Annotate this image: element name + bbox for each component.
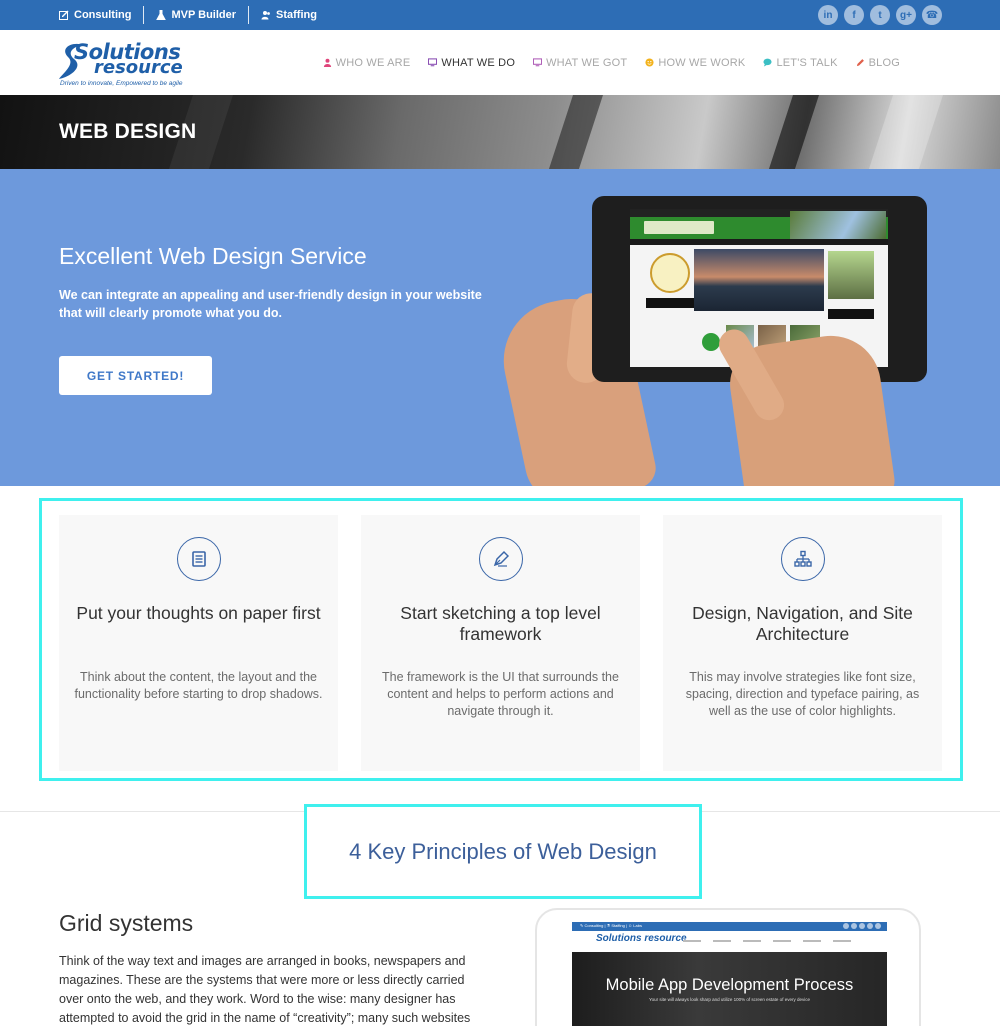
grid-systems-title: Grid systems bbox=[59, 910, 194, 936]
feature-text: The framework is the UI that surrounds t… bbox=[382, 670, 619, 718]
pencil-icon bbox=[856, 59, 864, 67]
screen-car-icon bbox=[702, 333, 720, 351]
monitor-icon bbox=[428, 58, 438, 67]
twitter-icon[interactable]: t bbox=[870, 5, 890, 25]
device-logo: Solutions resource bbox=[596, 933, 687, 944]
nav-item-blog[interactable]: BLOG bbox=[856, 57, 900, 69]
screen-header-photo bbox=[790, 211, 886, 239]
device-header: Solutions resource bbox=[572, 931, 887, 952]
google-plus-icon[interactable]: g+ bbox=[896, 5, 916, 25]
page-title-band: WEB DESIGN bbox=[0, 95, 1000, 169]
device-top-bar: ✎ Consulting | ⚗ Staffing | ☺ Labs bbox=[572, 922, 887, 931]
sitemap-icon bbox=[781, 537, 825, 581]
device-hero: Mobile App Development Process Your site… bbox=[572, 952, 887, 1026]
page-title: WEB DESIGN bbox=[59, 120, 197, 143]
document-icon bbox=[177, 537, 221, 581]
feature-title: Design, Navigation, and Site Architectur… bbox=[692, 603, 913, 644]
get-started-button[interactable]: GET STARTED! bbox=[59, 356, 212, 395]
screen-seal bbox=[650, 253, 690, 293]
linkedin-icon[interactable]: in bbox=[818, 5, 838, 25]
site-logo[interactable]: Solutions resource Driven to innovate, E… bbox=[58, 39, 203, 89]
features-section: Put your thoughts on paper first Think a… bbox=[39, 498, 963, 781]
users-icon bbox=[261, 11, 270, 20]
logo-tagline: Driven to innovate, Empowered to be agil… bbox=[60, 80, 183, 87]
background-stripe bbox=[863, 95, 947, 169]
nav-item-who-we-are[interactable]: WHO WE ARE bbox=[323, 57, 411, 69]
device-hero-subtitle: Your site will always look sharp and uti… bbox=[649, 997, 810, 1002]
person-icon bbox=[323, 58, 331, 67]
principles-heading-box: 4 Key Principles of Web Design bbox=[304, 804, 702, 899]
screen-main-photo bbox=[694, 249, 824, 311]
top-link-label: MVP Builder bbox=[171, 9, 237, 21]
hero-section: Excellent Web Design Service We can inte… bbox=[0, 169, 1000, 486]
nav-item-lets-talk[interactable]: LET'S TALK bbox=[763, 57, 837, 69]
screen-news-label bbox=[646, 298, 696, 308]
feature-card: Put your thoughts on paper first Think a… bbox=[59, 515, 338, 771]
social-icons: in f t g+ ☎ bbox=[818, 5, 942, 25]
flask-icon bbox=[156, 10, 167, 20]
edit-icon bbox=[59, 10, 69, 20]
background-stripe bbox=[543, 95, 607, 169]
feature-text: This may involve strategies like font si… bbox=[685, 670, 920, 718]
pen-nib-icon bbox=[479, 537, 523, 581]
top-links: Consulting MVP Builder Staffing bbox=[59, 0, 329, 30]
top-link-label: Staffing bbox=[276, 9, 317, 21]
screen-logo bbox=[644, 221, 714, 234]
device-top-links: ✎ Consulting | ⚗ Staffing | ☺ Labs bbox=[580, 923, 642, 928]
principles-heading: 4 Key Principles of Web Design bbox=[349, 838, 657, 864]
chat-icon bbox=[763, 58, 773, 67]
feature-text: Think about the content, the layout and … bbox=[74, 670, 323, 701]
top-link-consulting[interactable]: Consulting bbox=[59, 6, 143, 24]
device-screen: ✎ Consulting | ⚗ Staffing | ☺ Labs Solut… bbox=[572, 922, 887, 1026]
top-link-staffing[interactable]: Staffing bbox=[248, 6, 329, 24]
nav-item-label: WHAT WE DO bbox=[441, 56, 516, 69]
screen-gallery-label bbox=[828, 309, 874, 319]
feature-title: Start sketching a top level framework bbox=[400, 603, 601, 644]
logo-text-resource: resource bbox=[94, 57, 183, 78]
phone-icon[interactable]: ☎ bbox=[922, 5, 942, 25]
grid-systems-text: Think of the way text and images are arr… bbox=[59, 954, 471, 1025]
feature-card: Design, Navigation, and Site Architectur… bbox=[663, 515, 942, 771]
device-nav bbox=[683, 940, 851, 942]
monitor-icon bbox=[533, 58, 543, 67]
top-link-mvp-builder[interactable]: MVP Builder bbox=[143, 6, 248, 24]
hero-text: We can integrate an appealing and user-f… bbox=[59, 288, 482, 320]
nav-item-what-we-got[interactable]: WHAT WE GOT bbox=[533, 57, 627, 69]
top-bar: Consulting MVP Builder Staffing in f t g… bbox=[0, 0, 1000, 30]
background-stripe bbox=[763, 95, 823, 169]
nav-item-label: WHO WE ARE bbox=[335, 56, 411, 69]
nav-item-how-we-work[interactable]: HOW WE WORK bbox=[645, 57, 745, 69]
feature-card: Start sketching a top level framework Th… bbox=[361, 515, 640, 771]
main-nav: WHO WE ARE WHAT WE DO WHAT WE GOT HOW WE… bbox=[323, 30, 900, 95]
site-header: Solutions resource Driven to innovate, E… bbox=[0, 30, 1000, 95]
nav-item-what-we-do[interactable]: WHAT WE DO bbox=[428, 57, 515, 69]
device-hero-title: Mobile App Development Process bbox=[605, 976, 854, 994]
nav-item-label: HOW WE WORK bbox=[658, 56, 746, 69]
nav-item-label: WHAT WE GOT bbox=[546, 56, 628, 69]
nav-item-label: BLOG bbox=[868, 56, 900, 69]
feature-title: Put your thoughts on paper first bbox=[76, 603, 321, 623]
nav-item-label: LET'S TALK bbox=[776, 56, 838, 69]
screen-side-photo bbox=[828, 251, 874, 299]
device-social-dots bbox=[843, 923, 881, 929]
hero-heading: Excellent Web Design Service bbox=[59, 243, 367, 269]
screen-nav bbox=[630, 239, 888, 245]
device-mockup: ✎ Consulting | ⚗ Staffing | ☺ Labs Solut… bbox=[535, 908, 921, 1026]
smiley-icon bbox=[645, 58, 654, 67]
facebook-icon[interactable]: f bbox=[844, 5, 864, 25]
top-link-label: Consulting bbox=[74, 9, 132, 21]
